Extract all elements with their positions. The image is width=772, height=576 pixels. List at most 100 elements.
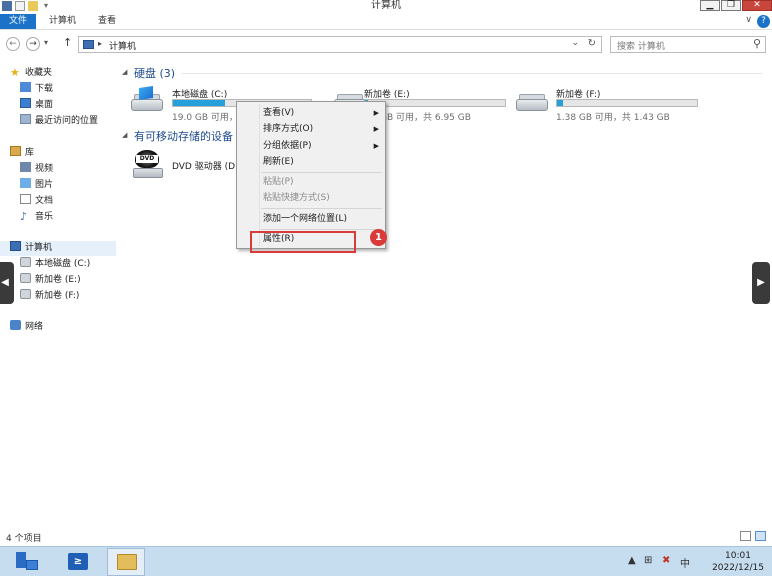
collapse-group-icon[interactable]: ◢ — [122, 68, 127, 76]
drive-info: 1.38 GB 可用，共 1.43 GB — [556, 113, 670, 123]
view-switcher — [740, 531, 766, 541]
search-icon[interactable]: ⚲ — [753, 37, 761, 50]
nav-item-libraries[interactable]: 库 — [10, 146, 34, 161]
title-bar: ▾ 计算机 ▁ ❐ ✕ — [0, 0, 772, 14]
menu-item-label: 分组依据(P) — [263, 141, 312, 151]
drive-dvd-d[interactable]: DVD DVD 驱动器 (D: — [131, 148, 241, 184]
menu-item-group-by[interactable]: 分组依据(P) — [263, 139, 311, 153]
nav-label: 桌面 — [35, 100, 54, 110]
windows-drive-icon — [131, 86, 163, 113]
status-bar: 4 个项目 — [0, 530, 772, 544]
desktop-icon — [20, 98, 31, 108]
tab-file[interactable]: 文件 — [0, 14, 36, 29]
file-explorer-taskbar-button[interactable] — [107, 548, 145, 576]
collapse-group-icon[interactable]: ◢ — [122, 131, 127, 139]
group-header-hard-disks[interactable]: 硬盘 (3) — [134, 65, 175, 81]
nav-label: 视频 — [35, 164, 54, 174]
nav-item-local-disk-c[interactable]: 本地磁盘 (C:) — [20, 257, 90, 272]
network-status-icon[interactable]: ⊞ — [644, 555, 652, 566]
menu-item-add-network-location[interactable]: 添加一个网络位置(L) — [263, 212, 347, 226]
drive-info: 19.0 GB 可用， — [172, 113, 238, 123]
maximize-button[interactable]: ❐ — [721, 0, 741, 11]
nav-label: 新加卷 (E:) — [35, 275, 81, 285]
forward-icon[interactable]: → — [26, 37, 40, 51]
nav-item-recent[interactable]: 最近访问的位置 — [20, 114, 98, 129]
computer-icon — [10, 241, 21, 251]
powershell-icon[interactable]: ≥ — [64, 550, 92, 574]
menu-item-label: 刷新(E) — [263, 157, 294, 167]
search-placeholder: 搜索 计算机 — [617, 42, 665, 52]
drive-icon — [20, 289, 31, 299]
drive-usage-fill — [557, 100, 563, 106]
nav-label: 文档 — [35, 196, 54, 206]
breadcrumb-computer[interactable]: 计算机 — [109, 39, 136, 52]
dvd-label: DVD — [136, 155, 158, 163]
nav-item-favorites[interactable]: ★ 收藏夹 — [10, 66, 52, 81]
menu-item-refresh[interactable]: 刷新(E) — [263, 155, 294, 169]
clock[interactable]: 10:01 2022/12/15 — [708, 550, 768, 574]
help-icon[interactable]: ? — [757, 15, 770, 28]
nav-label: 本地磁盘 (C:) — [35, 259, 91, 269]
nav-label: 音乐 — [35, 212, 54, 222]
details-view-icon[interactable] — [740, 531, 751, 541]
minimize-button[interactable]: ▁ — [700, 0, 720, 11]
show-hidden-icons-icon[interactable]: ▲ — [628, 555, 636, 566]
nav-item-volume-e[interactable]: 新加卷 (E:) — [20, 273, 81, 288]
refresh-icon[interactable]: ↻ — [588, 38, 596, 49]
nav-item-volume-f[interactable]: 新加卷 (F:) — [20, 289, 79, 304]
drive-usage-bar — [556, 99, 698, 107]
ribbon-tabs: 文件 计算机 查看 ∨ ? — [0, 14, 772, 30]
ribbon-expand-icon[interactable]: ∨ — [745, 15, 752, 25]
drive-usage-fill — [173, 100, 226, 106]
search-input[interactable]: 搜索 计算机 ⚲ — [610, 36, 766, 53]
nav-item-computer[interactable]: 计算机 — [0, 241, 116, 256]
nav-label: 收藏夹 — [25, 68, 53, 78]
star-icon: ★ — [10, 66, 20, 79]
recent-locations-dropdown-icon[interactable]: ▾ — [44, 38, 48, 47]
nav-item-videos[interactable]: 视频 — [20, 162, 53, 177]
address-dropdown-icon[interactable]: ⌄ — [571, 38, 579, 48]
music-icon: ♪ — [20, 210, 28, 223]
context-menu: 查看(V) ▶ 排序方式(O) ▶ 分组依据(P) ▶ 刷新(E) 粘贴(P) … — [236, 101, 386, 249]
previous-slide-arrow-icon[interactable]: ◀ — [0, 262, 14, 304]
address-bar[interactable]: ▸ 计算机 ⌄ ↻ — [78, 36, 602, 53]
navigation-pane: ★ 收藏夹 下载 桌面 最近访问的位置 库 视频 图片 文档 ♪ 音乐 计算机 本地… — [0, 60, 120, 526]
nav-item-network[interactable]: 网络 — [10, 320, 43, 335]
menu-item-paste-shortcut: 粘贴快捷方式(S) — [263, 191, 330, 205]
nav-item-downloads[interactable]: 下载 — [20, 82, 53, 97]
network-icon — [10, 320, 21, 330]
next-slide-arrow-icon[interactable]: ▶ — [752, 262, 770, 304]
downloads-folder-icon — [20, 82, 31, 92]
menu-item-view[interactable]: 查看(V) — [263, 106, 294, 120]
nav-label: 网络 — [25, 322, 44, 332]
nav-item-pictures[interactable]: 图片 — [20, 178, 53, 193]
clock-date: 2022/12/15 — [712, 563, 764, 573]
dvd-drive-icon: DVD — [133, 150, 163, 180]
recent-places-icon — [20, 114, 31, 124]
item-count: 4 个项目 — [6, 534, 42, 544]
nav-item-documents[interactable]: 文档 — [20, 194, 53, 209]
group-header-removable[interactable]: 有可移动存储的设备 — [134, 128, 233, 144]
menu-item-label: 添加一个网络位置(L) — [263, 214, 348, 224]
annotation-step-badge: 1 — [370, 229, 387, 246]
up-icon[interactable]: ↑ — [63, 36, 72, 49]
volume-muted-icon[interactable]: ✖ — [662, 555, 670, 566]
tiles-view-icon[interactable] — [755, 531, 766, 541]
computer-icon — [83, 40, 94, 49]
menu-separator — [261, 208, 382, 209]
folder-icon — [117, 554, 137, 570]
close-button[interactable]: ✕ — [742, 0, 772, 11]
server-manager-icon[interactable] — [12, 550, 40, 574]
menu-item-sort-by[interactable]: 排序方式(O) — [263, 122, 313, 136]
back-icon[interactable]: ← — [6, 37, 20, 51]
menu-item-label: 查看(V) — [263, 108, 295, 118]
input-method-indicator[interactable]: 中 — [680, 555, 690, 570]
nav-item-desktop[interactable]: 桌面 — [20, 98, 53, 113]
menu-item-paste: 粘贴(P) — [263, 175, 293, 189]
nav-item-music[interactable]: ♪ 音乐 — [20, 210, 53, 225]
tab-computer[interactable]: 计算机 — [41, 14, 84, 29]
nav-label: 库 — [25, 148, 35, 158]
tab-view[interactable]: 查看 — [90, 14, 124, 29]
breadcrumb-separator[interactable]: ▸ — [98, 39, 102, 48]
documents-icon — [20, 194, 31, 204]
